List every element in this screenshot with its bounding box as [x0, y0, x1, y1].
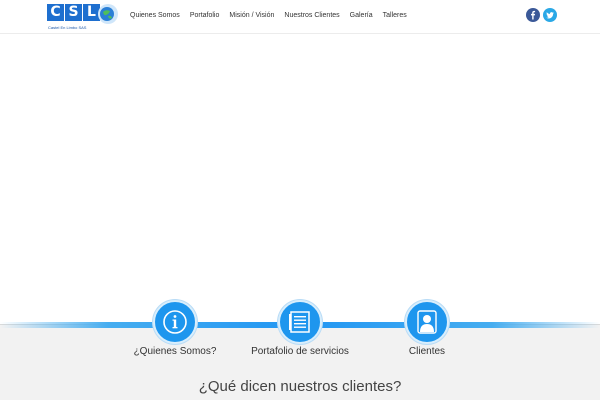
nav-item-nuestros-clientes[interactable]: Nuestros Clientes	[284, 12, 339, 19]
service-portafolio[interactable]: Portafolio de servicios	[240, 300, 360, 357]
document-icon	[289, 311, 310, 333]
service-quienes-somos[interactable]: ¿Quienes Somos?	[115, 300, 235, 357]
service-circle[interactable]	[278, 300, 322, 344]
nav-item-mision-vision[interactable]: Misión / Visión	[229, 12, 274, 19]
service-circle[interactable]	[153, 300, 197, 344]
site-logo[interactable]: C S L	[47, 4, 101, 24]
facebook-icon	[531, 10, 536, 20]
twitter-button[interactable]	[543, 8, 557, 22]
nav-item-quienes-somos[interactable]: Quienes Somos	[130, 12, 180, 19]
twitter-icon	[546, 12, 554, 19]
nav-item-galeria[interactable]: Galería	[350, 12, 373, 19]
facebook-button[interactable]	[526, 8, 540, 22]
info-icon	[163, 310, 187, 334]
logo-letter-c: C	[47, 4, 64, 21]
service-clientes[interactable]: Clientes	[367, 300, 487, 357]
logo-tagline: Castel En Limbo SAS	[48, 25, 87, 30]
service-circle[interactable]	[405, 300, 449, 344]
globe-icon	[98, 4, 118, 24]
page: C S L Castel En Limbo SAS Quienes Somos …	[0, 0, 600, 400]
site-header: C S L Castel En Limbo SAS Quienes Somos …	[0, 0, 600, 34]
user-icon	[417, 310, 437, 334]
testimonials-heading: ¿Qué dicen nuestros clientes?	[198, 378, 402, 395]
service-label: Clientes	[408, 346, 446, 357]
main-nav: Quienes Somos Portafolio Misión / Visión…	[130, 12, 417, 19]
service-label: ¿Quienes Somos?	[133, 346, 217, 357]
nav-item-portafolio[interactable]: Portafolio	[190, 12, 220, 19]
nav-item-talleres[interactable]: Talleres	[383, 12, 407, 19]
hero-area	[0, 35, 600, 325]
service-label: Portafolio de servicios	[251, 346, 349, 357]
logo-letter-s: S	[65, 4, 82, 21]
